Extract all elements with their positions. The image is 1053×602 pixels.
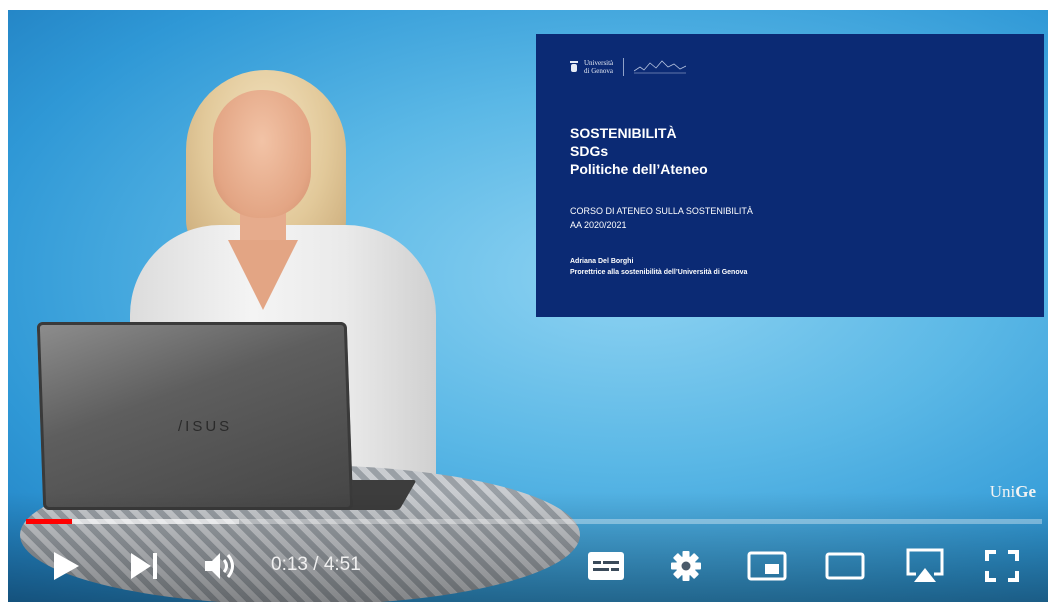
theater-mode-icon — [825, 552, 865, 580]
fullscreen-icon — [985, 550, 1019, 582]
laptop-logo: /ISUS — [178, 418, 233, 435]
play-icon — [54, 552, 79, 580]
volume-icon — [205, 553, 234, 579]
video-player[interactable]: /ISUS Università di Genova SOSTENIBILITÀ… — [8, 10, 1048, 602]
author-info: Adriana Del Borghi Prorettrice alla sost… — [570, 258, 748, 276]
slide-title: SOSTENIBILITÀ SDGs Politiche dell’Ateneo — [570, 125, 708, 177]
volume-button[interactable] — [201, 544, 241, 588]
controls-gradient — [8, 492, 1048, 602]
presentation-slide: Università di Genova SOSTENIBILITÀ SDGs … — [536, 34, 1044, 317]
presenter-face — [213, 90, 311, 218]
miniplayer-button[interactable] — [744, 544, 790, 588]
theater-mode-button[interactable] — [822, 544, 868, 588]
progress-bar[interactable] — [26, 519, 1042, 524]
time-display: 0:13 / 4:51 — [271, 554, 361, 575]
next-icon — [131, 553, 157, 579]
skyline-icon — [634, 60, 687, 74]
university-logo: Università di Genova — [570, 58, 687, 76]
settings-button[interactable] — [666, 544, 706, 588]
subtitles-icon — [588, 552, 624, 580]
airplay-icon — [906, 548, 944, 582]
crest-icon — [570, 61, 578, 72]
logo-divider — [623, 58, 625, 76]
course-info: CORSO DI ATENEO SULLA SOSTENIBILITÀ AA 2… — [570, 206, 753, 230]
play-button[interactable] — [46, 544, 86, 588]
laptop-lid — [36, 322, 354, 510]
airplay-button[interactable] — [902, 544, 948, 588]
fullscreen-button[interactable] — [982, 544, 1022, 588]
next-button[interactable] — [124, 544, 164, 588]
progress-played — [26, 519, 72, 524]
settings-icon — [671, 551, 701, 581]
university-name: Università di Genova — [584, 59, 614, 75]
subtitles-button[interactable] — [586, 544, 626, 588]
miniplayer-icon — [747, 551, 787, 581]
